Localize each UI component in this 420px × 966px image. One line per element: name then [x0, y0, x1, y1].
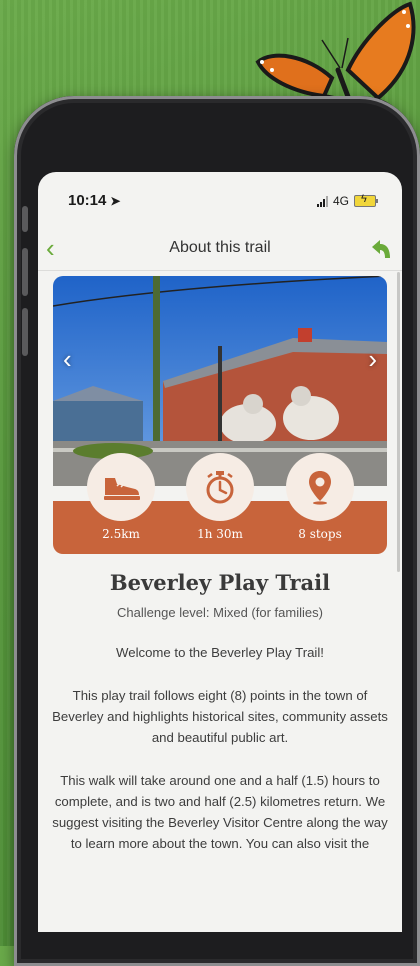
app-screen: 10:14 ➤ 4G ϟ ‹ About this trail ‹ › 2.5k…	[38, 172, 402, 932]
status-indicators: 4G ϟ	[316, 193, 378, 208]
description-paragraph-2: This walk will take around one and a hal…	[52, 773, 388, 851]
stat-stops-label: 8 stops	[298, 527, 342, 541]
stat-duration: 1h 30m	[186, 453, 254, 541]
map-pin-icon	[309, 471, 331, 505]
nav-bar: ‹ About this trail	[38, 230, 402, 271]
stat-duration-label: 1h 30m	[197, 527, 243, 541]
trail-title: Beverley Play Trail	[109, 570, 331, 595]
previous-photo-icon[interactable]: ‹	[63, 344, 72, 375]
welcome-text: Welcome to the Beverley Play Trail!	[116, 645, 324, 660]
challenge-level: Challenge level: Mixed (for families)	[117, 605, 323, 620]
stat-distance: 2.5km	[87, 453, 155, 541]
stat-distance-label: 2.5km	[102, 527, 140, 541]
share-return-icon[interactable]	[370, 238, 392, 260]
time-text: 10:14	[68, 192, 107, 209]
stat-stops: 8 stops	[286, 453, 354, 541]
page-title: About this trail	[169, 239, 271, 256]
location-arrow-icon: ➤	[110, 194, 121, 208]
scrollbar[interactable]	[397, 272, 400, 572]
status-time: 10:14 ➤	[68, 192, 120, 209]
trail-description: Beverley Play Trail Challenge level: Mix…	[38, 570, 402, 854]
network-label: 4G	[332, 194, 349, 208]
sneaker-icon	[104, 478, 140, 500]
battery-icon: ϟ	[354, 193, 378, 207]
trail-hero: ‹ › 2.5km 1h 30m 8 stops	[53, 276, 387, 554]
stopwatch-icon	[206, 471, 234, 504]
signal-icon	[316, 195, 328, 207]
description-paragraph-1: This play trail follows eight (8) points…	[52, 688, 388, 745]
next-photo-icon[interactable]: ›	[368, 344, 377, 375]
status-bar: 10:14 ➤ 4G ϟ	[38, 172, 402, 230]
